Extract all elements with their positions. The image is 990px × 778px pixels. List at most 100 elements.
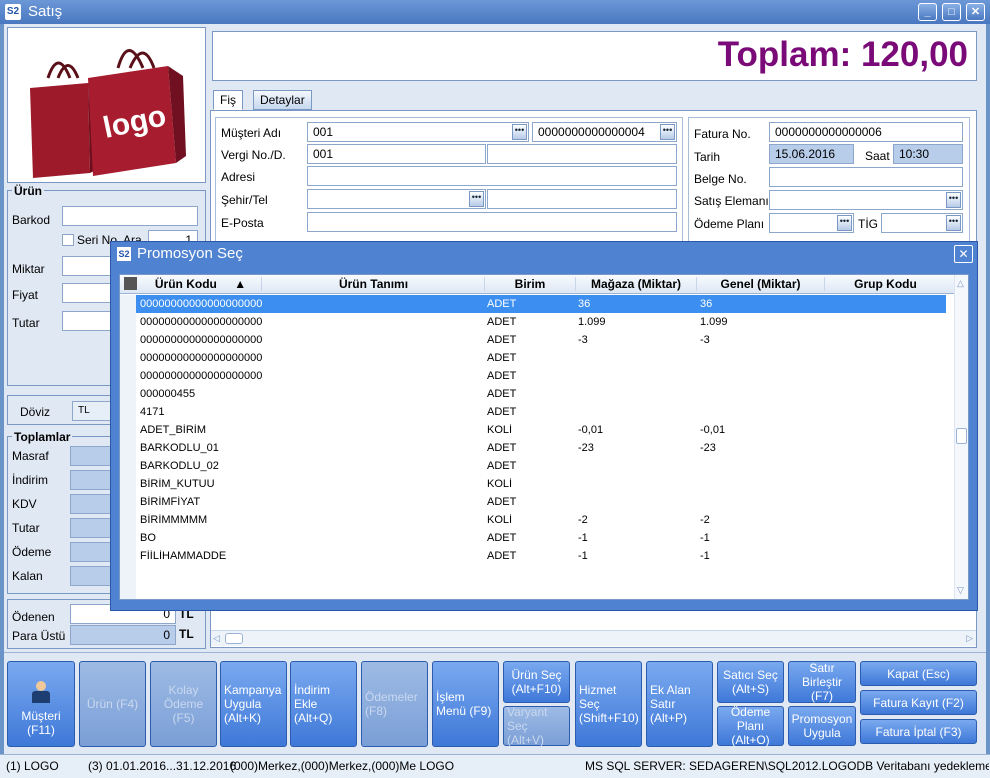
table-row[interactable]: 000000455 ADET (120, 385, 946, 403)
musteri-button[interactable]: Müşteri (F11) (7, 661, 75, 747)
musteri-code-input[interactable]: 0000000000000004 ••• (532, 122, 677, 142)
shopping-bag-logo-icon: logo (30, 49, 186, 178)
table-row[interactable]: BİRİM_KUTUU KOLİ (120, 475, 946, 493)
kampanya-uygula-button[interactable]: Kampanya Uygula (Alt+K) (220, 661, 287, 747)
varyant-sec-button[interactable]: Varyant Seç (Alt+V) (503, 705, 570, 747)
seri-no-checkbox[interactable] (62, 234, 74, 246)
table-cell: ADET (487, 532, 517, 544)
kolay-odeme-button[interactable]: Kolay Ödeme (F5) (150, 661, 217, 747)
table-row[interactable]: FİİLİHAMMADDE ADET -1 -1 (120, 547, 946, 565)
customer-person-icon (31, 681, 51, 703)
table-cell: BARKODLU_01 (140, 442, 219, 454)
scroll-down-icon[interactable]: ▽ (957, 585, 964, 596)
tab-detaylar[interactable]: Detaylar (253, 90, 312, 110)
sehir-input[interactable]: ••• (307, 189, 486, 209)
vergi-dairesi-input[interactable] (487, 144, 677, 164)
table-row[interactable]: BİRİMFİYAT ADET (120, 493, 946, 511)
vertical-scrollbar[interactable]: △ ▽ (954, 275, 968, 599)
table-row[interactable]: BO ADET -1 -1 (120, 529, 946, 547)
scroll-thumb[interactable] (225, 633, 243, 644)
urun-button[interactable]: Ürün (F4) (79, 661, 146, 747)
table-row[interactable]: BARKODLU_01 ADET -23 -23 (120, 439, 946, 457)
logo-panel: logo (7, 27, 206, 183)
vergi-input[interactable]: 001 (307, 144, 486, 164)
miktar-label: Miktar (12, 262, 45, 276)
maximize-button[interactable]: □ (942, 3, 961, 21)
islem-menu-button[interactable]: İşlem Menü (F9) (432, 661, 499, 747)
satir-birlestir-button[interactable]: Satır Birleştir (F7) (788, 661, 856, 703)
odemeler-button[interactable]: Ödemeler (F8) (361, 661, 428, 747)
col-magaza-miktar[interactable]: Mağaza (Miktar) (576, 277, 697, 291)
grid-header: Ürün Kodu ▲ Ürün Tanımı Birim Mağaza (Mi… (120, 275, 968, 294)
hizmet-sec-button[interactable]: Hizmet Seç (Shift+F10) (575, 661, 642, 747)
odeme-plani-input[interactable]: ••• (769, 213, 854, 233)
fatura-kayit-button[interactable]: Fatura Kayıt (F2) (860, 690, 977, 715)
col-birim[interactable]: Birim (485, 277, 576, 291)
table-row[interactable]: BARKODLU_02 ADET (120, 457, 946, 475)
table-cell: -0,01 (700, 424, 726, 436)
table-cell: 000000000000000000000 (140, 370, 262, 382)
select-all-checkbox[interactable] (124, 277, 137, 293)
odeme-plani-button[interactable]: Ödeme Planı (Alt+O) (717, 705, 784, 747)
table-row[interactable]: 000000000000000000000 ADET 1.099 1.099 (120, 313, 946, 331)
table-row[interactable]: 000000000000000000000 ADET (120, 367, 946, 385)
eposta-input[interactable] (307, 212, 677, 232)
tel-input[interactable] (487, 189, 677, 209)
urun-sec-button[interactable]: Ürün Seç (Alt+F10) (503, 661, 570, 703)
adres-input[interactable] (307, 166, 677, 186)
saat-input[interactable]: 10:30 (893, 144, 963, 164)
fatura-input[interactable]: 0000000000000006 (769, 122, 963, 142)
table-cell: 000000000000000000000 (140, 334, 262, 346)
barkod-input[interactable] (62, 206, 198, 226)
dialog-app-icon: S2 (117, 247, 131, 261)
ek-alan-satir-button[interactable]: Ek Alan Satır (Alt+P) (646, 661, 713, 747)
table-cell: -1 (578, 550, 588, 562)
odeme-plani-lookup-button[interactable]: ••• (837, 215, 852, 231)
col-grup-kodu[interactable]: Grup Kodu (825, 277, 946, 291)
eposta-label: E-Posta (221, 216, 264, 230)
close-button[interactable]: ✕ (966, 3, 985, 21)
dialog-close-button[interactable]: ✕ (954, 245, 973, 263)
satis-elemani-lookup-button[interactable]: ••• (946, 192, 961, 208)
minimize-button[interactable]: _ (918, 3, 937, 21)
table-row[interactable]: 000000000000000000000 ADET -3 -3 (120, 331, 946, 349)
kalan-label: Kalan (12, 569, 43, 583)
horizontal-scrollbar[interactable]: ◁ ▷ (211, 630, 976, 646)
table-row[interactable]: 000000000000000000000 ADET 36 36 (120, 295, 946, 313)
belge-input[interactable] (769, 167, 963, 187)
table-row[interactable]: BİRİMMMMM KOLİ -2 -2 (120, 511, 946, 529)
scroll-left-icon[interactable]: ◁ (213, 633, 220, 644)
tarih-input[interactable]: 15.06.2016 (769, 144, 854, 164)
saat-label: Saat (865, 149, 890, 163)
indirim-ekle-button[interactable]: İndirim Ekle (Alt+Q) (290, 661, 357, 747)
table-row[interactable]: 4171 ADET (120, 403, 946, 421)
musteri-code-lookup-button[interactable]: ••• (660, 124, 675, 140)
col-urun-tanimi[interactable]: Ürün Tanımı (263, 277, 485, 291)
kdv-label: KDV (12, 497, 37, 511)
app-icon: S2 (5, 4, 21, 20)
vertical-scroll-thumb[interactable] (956, 428, 967, 444)
tig-input[interactable]: ••• (881, 213, 963, 233)
tab-fis[interactable]: Fiş (213, 90, 243, 110)
col-genel-miktar[interactable]: Genel (Miktar) (697, 277, 825, 291)
para-ustu-value: 0 (70, 625, 176, 645)
table-cell: -3 (700, 334, 710, 346)
satis-elemani-input[interactable]: ••• (769, 190, 963, 210)
musteri-input[interactable]: 001 ••• (307, 122, 529, 142)
kapat-button[interactable]: Kapat (Esc) (860, 661, 977, 686)
col-urun-kodu[interactable]: Ürün Kodu ▲ (140, 277, 262, 291)
table-cell: ADET (487, 370, 517, 382)
table-row[interactable]: ADET_BİRİM KOLİ -0,01 -0,01 (120, 421, 946, 439)
musteri-lookup-button[interactable]: ••• (512, 124, 527, 140)
table-cell: KOLİ (487, 424, 513, 436)
promosyon-uygula-button[interactable]: Promosyon Uygula (788, 706, 856, 746)
table-row[interactable]: 000000000000000000000 ADET (120, 349, 946, 367)
scroll-right-icon[interactable]: ▷ (966, 633, 973, 644)
fatura-iptal-button[interactable]: Fatura İptal (F3) (860, 719, 977, 744)
sehir-label: Şehir/Tel (221, 193, 268, 207)
tig-lookup-button[interactable]: ••• (946, 215, 961, 231)
satici-sec-button[interactable]: Satıcı Seç (Alt+S) (717, 661, 784, 703)
scroll-up-icon[interactable]: △ (957, 278, 964, 289)
sehir-lookup-button[interactable]: ••• (469, 191, 484, 207)
table-cell: -0,01 (578, 424, 604, 436)
